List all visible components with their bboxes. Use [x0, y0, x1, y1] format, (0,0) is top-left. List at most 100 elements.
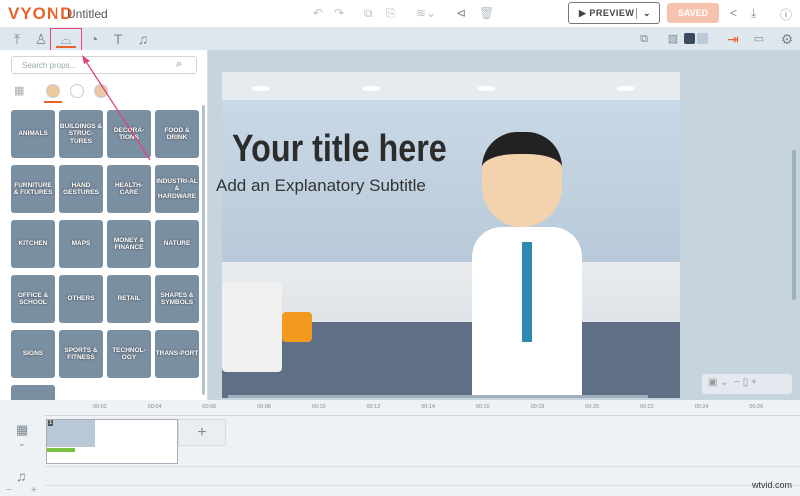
category-tile[interactable]: SIGNS: [11, 330, 55, 378]
stage: Your title here Add an Explanatory Subti…: [208, 50, 800, 400]
delete-icon[interactable]: 🗑: [479, 6, 494, 20]
settings-icon[interactable]: ⚙: [776, 29, 798, 49]
scene-progress[interactable]: [47, 448, 75, 452]
paste-icon[interactable]: ⎘: [386, 6, 396, 21]
props-panel: Search props... ⌕ ▦ ANIMALS BUILDINGS & S…: [0, 50, 208, 433]
ceiling-light: [477, 86, 495, 91]
scene-thumbnail: [47, 420, 95, 447]
stage-h-scrollbar[interactable]: [228, 395, 648, 398]
tool-row: ⤒ ♙ ⌓ ◔ T ♫ ⧉ ▨ ⇥ ▭ ⚙: [0, 28, 800, 52]
category-tile[interactable]: ANIMALS: [11, 110, 55, 158]
vyond-logo[interactable]: VYOND: [8, 4, 73, 24]
contemporary-style-icon[interactable]: [94, 84, 108, 98]
scene-clip[interactable]: 1: [46, 419, 178, 464]
divider: [57, 7, 58, 21]
stage-scrollbar[interactable]: [792, 150, 796, 300]
category-tile[interactable]: MAPS: [59, 220, 103, 268]
category-tile[interactable]: FOOD & DRINK: [155, 110, 199, 158]
time-tick: 00:24: [694, 404, 709, 410]
chart-icon[interactable]: ◔: [83, 29, 105, 49]
category-tile[interactable]: RETAIL: [107, 275, 151, 323]
audio-icon[interactable]: ♫: [132, 29, 154, 49]
business-style-icon[interactable]: [46, 84, 60, 98]
undo-icon[interactable]: ↶: [313, 6, 323, 20]
swap-icon[interactable]: ⧉: [633, 29, 655, 49]
category-tile[interactable]: HEALTH-CARE: [107, 165, 151, 213]
scene-number: 1: [48, 420, 54, 426]
time-tick: 00:18: [530, 404, 545, 410]
zoom-out-icon[interactable]: −: [6, 485, 12, 496]
time-ruler[interactable]: 00:02 00:04 00:06 00:08 00:10 00:12 00:14 00:16…: [45, 400, 800, 416]
video-title[interactable]: Untitled: [67, 7, 108, 21]
time-tick: 00:16: [475, 404, 490, 410]
category-tile[interactable]: DECORA-TIONS: [107, 110, 151, 158]
time-tick: 00:10: [311, 404, 326, 410]
time-tick: 00:22: [640, 404, 654, 410]
upload-icon[interactable]: ⤒: [6, 29, 28, 49]
category-tile[interactable]: SPORTS & FITNESS: [59, 330, 103, 378]
divider: [45, 485, 800, 486]
character-icon[interactable]: ♙: [30, 29, 52, 49]
audio-track-icon[interactable]: ♫: [16, 468, 27, 484]
category-tile[interactable]: FURNITURE & FIXTURES: [11, 165, 55, 213]
ceiling-light: [362, 86, 380, 91]
ceiling-light: [252, 86, 270, 91]
time-tick: 00:26: [749, 404, 764, 410]
flip-icon[interactable]: ⊲: [456, 6, 466, 20]
category-tile[interactable]: NATURE: [155, 220, 199, 268]
share-icon[interactable]: <: [730, 6, 737, 20]
category-tile[interactable]: INDUSTRI-AL & HARDWARE: [155, 165, 199, 213]
time-tick: 00:12: [366, 404, 381, 410]
copy-icon[interactable]: ⧉: [364, 6, 373, 21]
time-tick: 00:02: [93, 404, 107, 410]
category-tile[interactable]: MONEY & FINANCE: [107, 220, 151, 268]
enter-icon[interactable]: ⇥: [722, 29, 744, 49]
top-bar: VYOND Untitled ↶ ↷ ⧉ ⎘ ≋⌄ ⊲ 🗑 ▶ PREVIEW ⌄…: [0, 0, 800, 28]
search-input[interactable]: Search props...: [11, 56, 197, 74]
chevron-down-icon[interactable]: ⌄: [637, 8, 651, 19]
zoom-in-icon[interactable]: +: [31, 485, 37, 496]
ceiling-light: [617, 86, 635, 91]
category-tile[interactable]: HAND GESTURES: [59, 165, 103, 213]
grid-icon[interactable]: ▦: [14, 84, 24, 97]
active-indicator: [44, 101, 62, 103]
scene-subtitle[interactable]: Add an Explanatory Subtitle: [216, 176, 426, 196]
help-icon[interactable]: ⓘ: [780, 6, 792, 23]
zoom-controls[interactable]: ▣ ⌄ − ▯ +: [702, 374, 792, 394]
category-tile[interactable]: KITCHEN: [11, 220, 55, 268]
camera-icon[interactable]: ▭: [748, 29, 770, 49]
preview-label: ▶ PREVIEW: [569, 7, 637, 19]
time-tick: 00:04: [147, 404, 162, 410]
time-tick: 00:20: [585, 404, 600, 410]
text-icon[interactable]: T: [107, 29, 129, 49]
image-icon[interactable]: ▨: [662, 29, 684, 49]
businessman-character[interactable]: [462, 132, 592, 398]
scene-title[interactable]: Your title here: [232, 128, 447, 171]
scrollbar[interactable]: [202, 105, 205, 395]
whiteboard-style-icon[interactable]: [70, 84, 84, 98]
timeline: 00:02 00:04 00:06 00:08 00:10 00:12 00:14 00:16…: [0, 400, 800, 496]
style-tabs: ▦: [8, 82, 198, 104]
add-scene-button[interactable]: +: [178, 419, 226, 446]
props-icon[interactable]: ⌓: [50, 28, 82, 52]
category-tile[interactable]: BUILDINGS & STRUC-TURES: [59, 110, 103, 158]
saved-button[interactable]: SAVED: [667, 3, 719, 23]
time-tick: 00:08: [257, 404, 271, 410]
dark-swatch[interactable]: [684, 33, 695, 44]
category-tile[interactable]: OTHERS: [59, 275, 103, 323]
light-swatch[interactable]: [697, 33, 708, 44]
desk: [222, 282, 282, 372]
preview-button[interactable]: ▶ PREVIEW ⌄: [568, 2, 660, 24]
chevron-down-icon[interactable]: ⌄: [18, 438, 26, 449]
category-tile[interactable]: OFFICE & SCHOOL: [11, 275, 55, 323]
layers-icon[interactable]: ≋⌄: [416, 6, 436, 20]
redo-icon[interactable]: ↷: [334, 6, 344, 20]
category-tile[interactable]: SHAPES & SYMBOLS: [155, 275, 199, 323]
category-tile[interactable]: TRANS-PORT: [155, 330, 199, 378]
time-tick: 00:14: [421, 404, 435, 410]
search-icon[interactable]: ⌕: [176, 58, 199, 71]
scene-track-icon[interactable]: ▦: [16, 422, 28, 438]
scene-canvas[interactable]: Your title here Add an Explanatory Subti…: [216, 72, 680, 398]
download-icon[interactable]: ⤓: [751, 6, 756, 21]
category-tile[interactable]: TECHNOL-OGY: [107, 330, 151, 378]
